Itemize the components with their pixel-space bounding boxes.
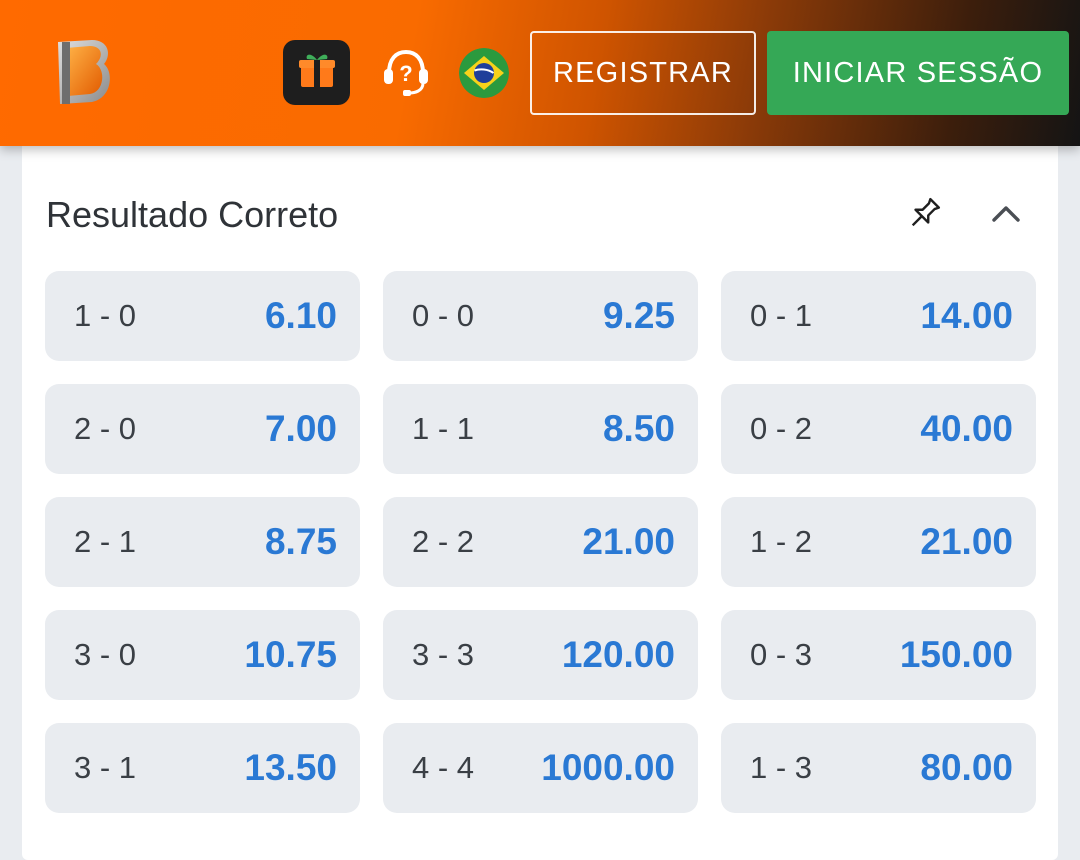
odds-button[interactable]: 4 - 4 1000.00 [383,723,698,813]
odds-value: 10.75 [244,634,337,675]
score-label: 1 - 1 [412,411,475,446]
odds-button[interactable]: 0 - 3 150.00 [721,610,1036,700]
odds-button[interactable]: 1 - 3 80.00 [721,723,1036,813]
brand-logo-icon[interactable] [52,36,116,110]
odds-button[interactable]: 2 - 0 7.00 [45,384,360,474]
pin-button[interactable] [902,194,946,238]
odds-button[interactable]: 3 - 0 10.75 [45,610,360,700]
score-label: 3 - 0 [74,637,137,672]
odds-value: 40.00 [920,408,1013,449]
odds-value: 13.50 [244,747,337,788]
odds-value: 80.00 [920,747,1013,788]
odds-value: 150.00 [899,634,1013,675]
odds-grid: 1 - 0 6.10 0 - 0 9.25 0 - 1 14.00 2 - 0 … [45,271,1036,813]
odds-button[interactable]: 0 - 2 40.00 [721,384,1036,474]
headset-help-icon: ? [379,45,433,104]
score-label: 1 - 0 [74,298,137,333]
pin-icon [904,194,944,239]
support-button[interactable]: ? [378,46,434,102]
score-label: 4 - 4 [412,750,475,785]
odds-button[interactable]: 3 - 3 120.00 [383,610,698,700]
login-button[interactable]: INICIAR SESSÃO [767,31,1069,115]
score-label: 1 - 2 [750,524,813,559]
odds-button[interactable]: 3 - 1 13.50 [45,723,360,813]
score-label: 0 - 2 [750,411,813,446]
odds-value: 7.00 [264,408,337,449]
chevron-up-icon [989,197,1023,236]
score-label: 3 - 3 [412,637,475,672]
odds-button[interactable]: 1 - 1 8.50 [383,384,698,474]
odds-value: 6.10 [264,295,337,336]
market-title: Resultado Correto [46,194,339,235]
score-label: 2 - 1 [74,524,137,559]
language-selector[interactable] [459,48,509,98]
score-label: 0 - 1 [750,298,813,333]
odds-button[interactable]: 0 - 0 9.25 [383,271,698,361]
odds-value: 8.75 [264,521,337,562]
odds-value: 9.25 [602,295,675,336]
odds-value: 1000.00 [541,747,675,788]
odds-value: 14.00 [920,295,1013,336]
score-label: 2 - 0 [74,411,137,446]
score-label: 2 - 2 [412,524,475,559]
odds-button[interactable]: 2 - 2 21.00 [383,497,698,587]
collapse-button[interactable] [984,194,1028,238]
register-button[interactable]: REGISTRAR [530,31,756,115]
odds-button[interactable]: 0 - 1 14.00 [721,271,1036,361]
odds-button[interactable]: 1 - 0 6.10 [45,271,360,361]
score-label: 0 - 0 [412,298,475,333]
brazil-flag-icon [459,48,509,98]
score-label: 0 - 3 [750,637,813,672]
score-label: 1 - 3 [750,750,813,785]
odds-button[interactable]: 1 - 2 21.00 [721,497,1036,587]
odds-value: 21.00 [582,521,675,562]
odds-button[interactable]: 2 - 1 8.75 [45,497,360,587]
gift-icon [297,50,337,95]
svg-text:?: ? [399,61,412,86]
correct-score-market: Resultado Correto 1 - 0 6.10 0 - 0 9.25 [22,140,1058,860]
top-bar: ? REGISTRAR INICIAR SESSÃO [0,0,1080,146]
odds-value: 21.00 [920,521,1013,562]
odds-value: 8.50 [602,408,675,449]
gift-button[interactable] [283,40,350,105]
score-label: 3 - 1 [74,750,137,785]
odds-value: 120.00 [561,634,675,675]
